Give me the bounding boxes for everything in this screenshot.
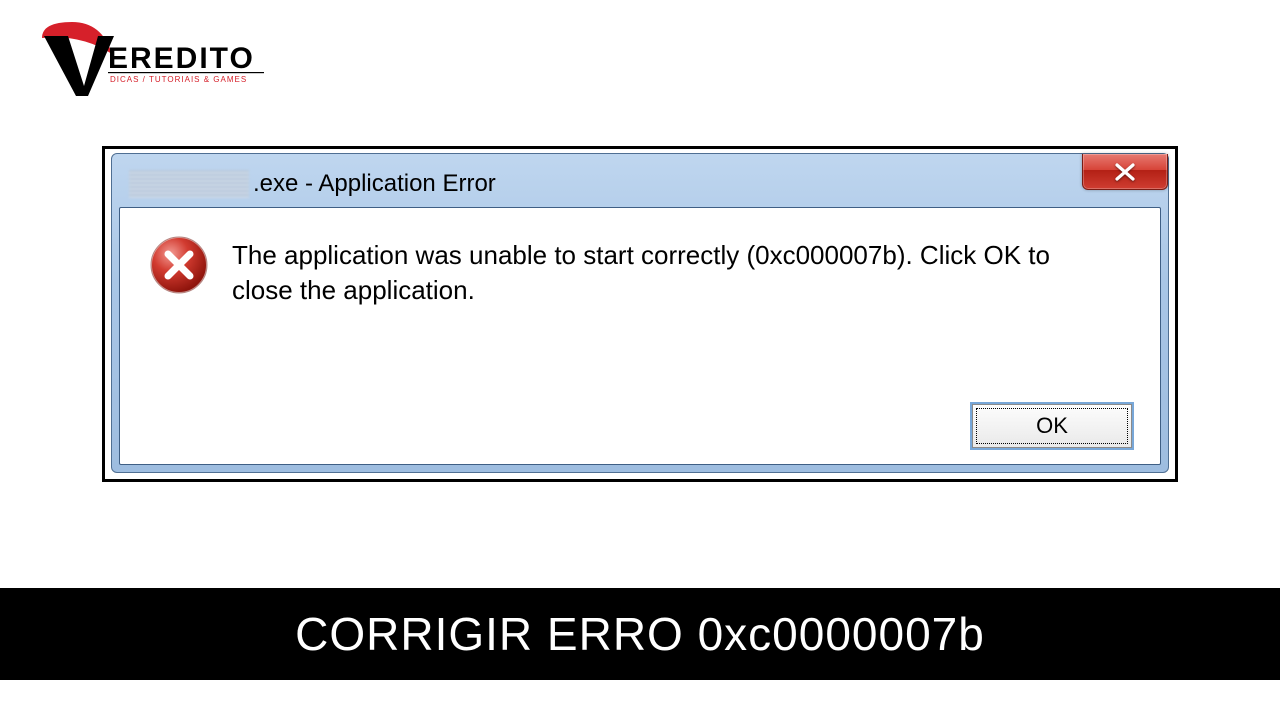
error-icon [148,234,210,296]
brand-logo: EREDITO DICAS / TUTORIAIS & GAMES [38,18,268,98]
logo-tagline: DICAS / TUTORIAIS & GAMES [110,75,247,84]
error-dialog-screenshot: .exe - Application Error [102,146,1178,482]
veredito-logo-icon: EREDITO DICAS / TUTORIAIS & GAMES [38,18,268,98]
error-dialog-window: .exe - Application Error [111,153,1169,473]
ok-button[interactable]: OK [972,404,1132,448]
close-icon [1114,163,1136,181]
error-message: The application was unable to start corr… [232,232,1112,308]
dialog-title: .exe - Application Error [253,170,496,198]
close-button[interactable] [1082,154,1168,190]
blurred-exe-name [129,170,249,198]
dialog-client-area: The application was unable to start corr… [119,207,1161,465]
video-caption: CORRIGIR ERRO 0xc0000007b [0,588,1280,680]
logo-wordmark: EREDITO [108,42,255,75]
dialog-titlebar: .exe - Application Error [119,161,1161,207]
